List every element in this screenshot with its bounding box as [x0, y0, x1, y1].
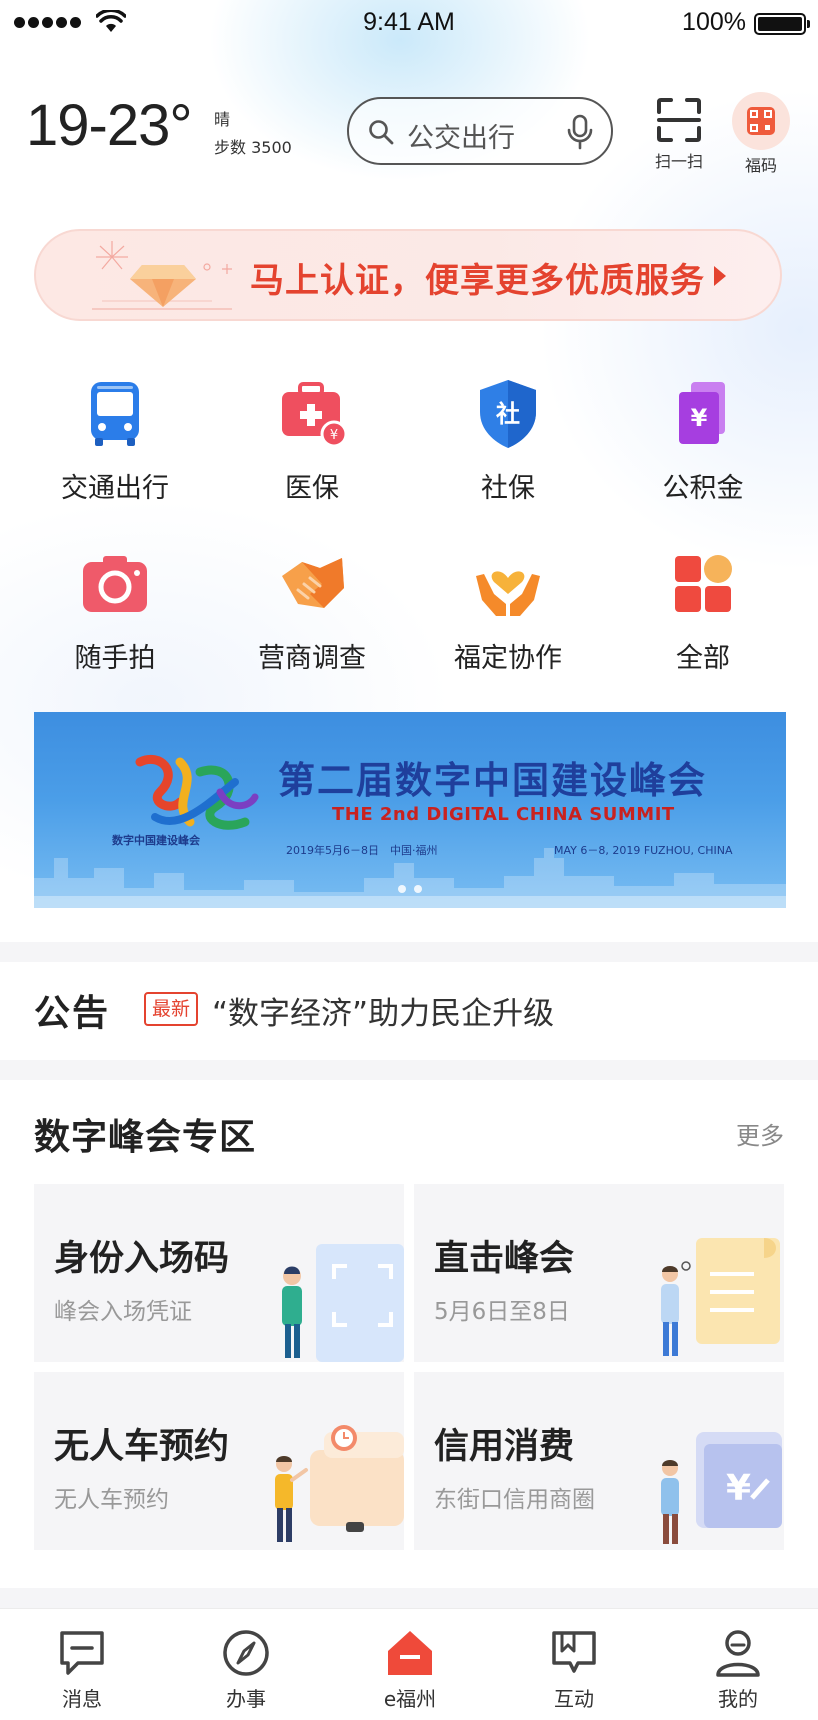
- interaction-icon: [552, 1631, 596, 1673]
- section-divider: [0, 942, 818, 962]
- card-subtitle: 无人车预约: [54, 1487, 169, 1513]
- scan-button[interactable]: 扫一扫: [648, 96, 710, 172]
- e-fuzhou-home-icon: [388, 1631, 432, 1675]
- fuma-button[interactable]: 福码: [730, 92, 792, 176]
- search-placeholder: 公交出行: [407, 123, 515, 154]
- card-subtitle: 峰会入场凭证: [54, 1299, 192, 1325]
- step-count: 步数 3500: [214, 138, 292, 157]
- card-credit-consumption[interactable]: 信用消费 东街口信用商圈 ¥: [414, 1372, 784, 1550]
- scan-icon: [657, 98, 701, 142]
- message-icon: [60, 1631, 104, 1675]
- status-bar: 9:41 AM 100%: [0, 0, 818, 48]
- card-subtitle: 东街口信用商圈: [434, 1487, 595, 1513]
- service-medical-insurance[interactable]: ¥ 医保: [217, 376, 407, 505]
- scan-label: 扫一扫: [654, 152, 703, 171]
- card-live-summit[interactable]: 直击峰会 5月6日至8日: [414, 1184, 784, 1362]
- nav-label: 办事: [226, 1687, 266, 1711]
- camera-icon: [77, 546, 153, 622]
- card-subtitle: 5月6日至8日: [434, 1299, 570, 1325]
- search-input[interactable]: 公交出行: [347, 97, 613, 165]
- profile-icon: [716, 1630, 760, 1677]
- more-link[interactable]: 更多: [736, 1116, 784, 1151]
- person-document-illustration: [661, 1238, 780, 1356]
- nav-profile[interactable]: 我的: [678, 1627, 798, 1712]
- nav-label: e福州: [383, 1687, 437, 1711]
- card-title: 直击峰会: [434, 1239, 575, 1279]
- carousel-indicator: [34, 878, 786, 897]
- service-label: 福定协作: [454, 643, 562, 674]
- nav-label: 消息: [62, 1687, 102, 1711]
- summit-banner[interactable]: 数字中国建设峰会 第二届数字中国建设峰会 THE 2nd DIGITAL CHI…: [34, 712, 786, 908]
- search-icon: [369, 120, 394, 145]
- summit-title-cn: 第二届数字中国建设峰会: [278, 759, 707, 802]
- service-label: 营商调查: [258, 643, 366, 674]
- qr-code-icon: [732, 92, 790, 150]
- service-social-security[interactable]: 社 社保: [413, 376, 603, 505]
- service-label: 随手拍: [74, 643, 156, 674]
- fuma-label: 福码: [744, 156, 777, 175]
- svg-text:¥: ¥: [726, 1468, 751, 1509]
- service-fuding-cooperation[interactable]: 福定协作: [413, 546, 603, 675]
- notice-text[interactable]: “数字经济”助力民企升级: [212, 988, 554, 1033]
- svg-text:社: 社: [496, 400, 520, 428]
- svg-text:¥: ¥: [691, 404, 708, 432]
- arrow-right-icon: [714, 266, 726, 286]
- heart-hands-icon: [470, 546, 546, 622]
- handshake-icon: [274, 546, 350, 622]
- summit-zone-title: 数字峰会专区: [34, 1117, 257, 1158]
- weather-condition: 晴: [214, 110, 231, 129]
- nav-label: 我的: [718, 1687, 758, 1711]
- summit-date-en: MAY 6－8, 2019 FUZHOU, CHINA: [554, 844, 733, 857]
- battery-icon: [754, 13, 810, 35]
- bus-icon: [77, 376, 153, 452]
- notice-title: 公告: [34, 993, 111, 1034]
- section-divider: [0, 1588, 818, 1608]
- service-all[interactable]: 全部: [608, 546, 798, 675]
- microphone-icon[interactable]: [565, 113, 595, 151]
- card-title: 无人车预约: [54, 1427, 230, 1467]
- medical-kit-icon: ¥: [274, 376, 350, 452]
- nav-services[interactable]: 办事: [186, 1627, 306, 1712]
- service-snapshot[interactable]: 随手拍: [20, 546, 210, 675]
- person-scanning-illustration: [282, 1244, 404, 1362]
- housing-fund-icon: ¥: [665, 376, 741, 452]
- service-label: 社保: [481, 473, 535, 504]
- nav-e-fuzhou[interactable]: e福州: [350, 1627, 470, 1712]
- auth-banner-text: 马上认证，便享更多优质服务: [250, 261, 705, 301]
- section-divider: [0, 1060, 818, 1080]
- notice-badge: 最新: [144, 992, 199, 1026]
- nav-messages[interactable]: 消息: [22, 1627, 142, 1712]
- nav-label: 互动: [554, 1687, 594, 1711]
- service-traffic[interactable]: 交通出行: [20, 376, 210, 505]
- service-label: 公积金: [662, 473, 744, 504]
- summit-title-en: THE 2nd DIGITAL CHINA SUMMIT: [332, 804, 675, 825]
- card-title: 身份入场码: [54, 1239, 230, 1279]
- card-driverless-car[interactable]: 无人车预约 无人车预约: [34, 1372, 404, 1550]
- summit-logo-caption: 数字中国建设峰会: [112, 834, 200, 847]
- service-business-survey[interactable]: 营商调查: [217, 546, 407, 675]
- person-payment-illustration: ¥: [661, 1432, 782, 1544]
- service-housing-fund[interactable]: ¥ 公积金: [608, 376, 798, 505]
- service-label: 全部: [676, 643, 730, 674]
- card-id-entry-code[interactable]: 身份入场码 峰会入场凭证: [34, 1184, 404, 1362]
- nav-interaction[interactable]: 互动: [514, 1627, 634, 1712]
- temperature: 19-23°: [26, 93, 193, 158]
- social-security-shield-icon: 社: [470, 376, 546, 452]
- compass-icon: [223, 1630, 269, 1676]
- all-apps-icon: [665, 546, 741, 622]
- diamond-icon: [92, 241, 232, 310]
- bottom-navigation: 消息 办事 e福州 互动 我的: [0, 1608, 818, 1720]
- battery-percentage: 100%: [682, 8, 746, 36]
- auth-banner[interactable]: 马上认证，便享更多优质服务: [34, 229, 782, 321]
- service-label: 医保: [285, 473, 339, 504]
- svg-text:¥: ¥: [330, 428, 338, 443]
- card-title: 信用消费: [434, 1427, 575, 1467]
- person-car-illustration: [275, 1425, 404, 1542]
- service-label: 交通出行: [61, 473, 169, 504]
- summit-date-cn: 2019年5月6－8日 中国·福州: [286, 844, 438, 857]
